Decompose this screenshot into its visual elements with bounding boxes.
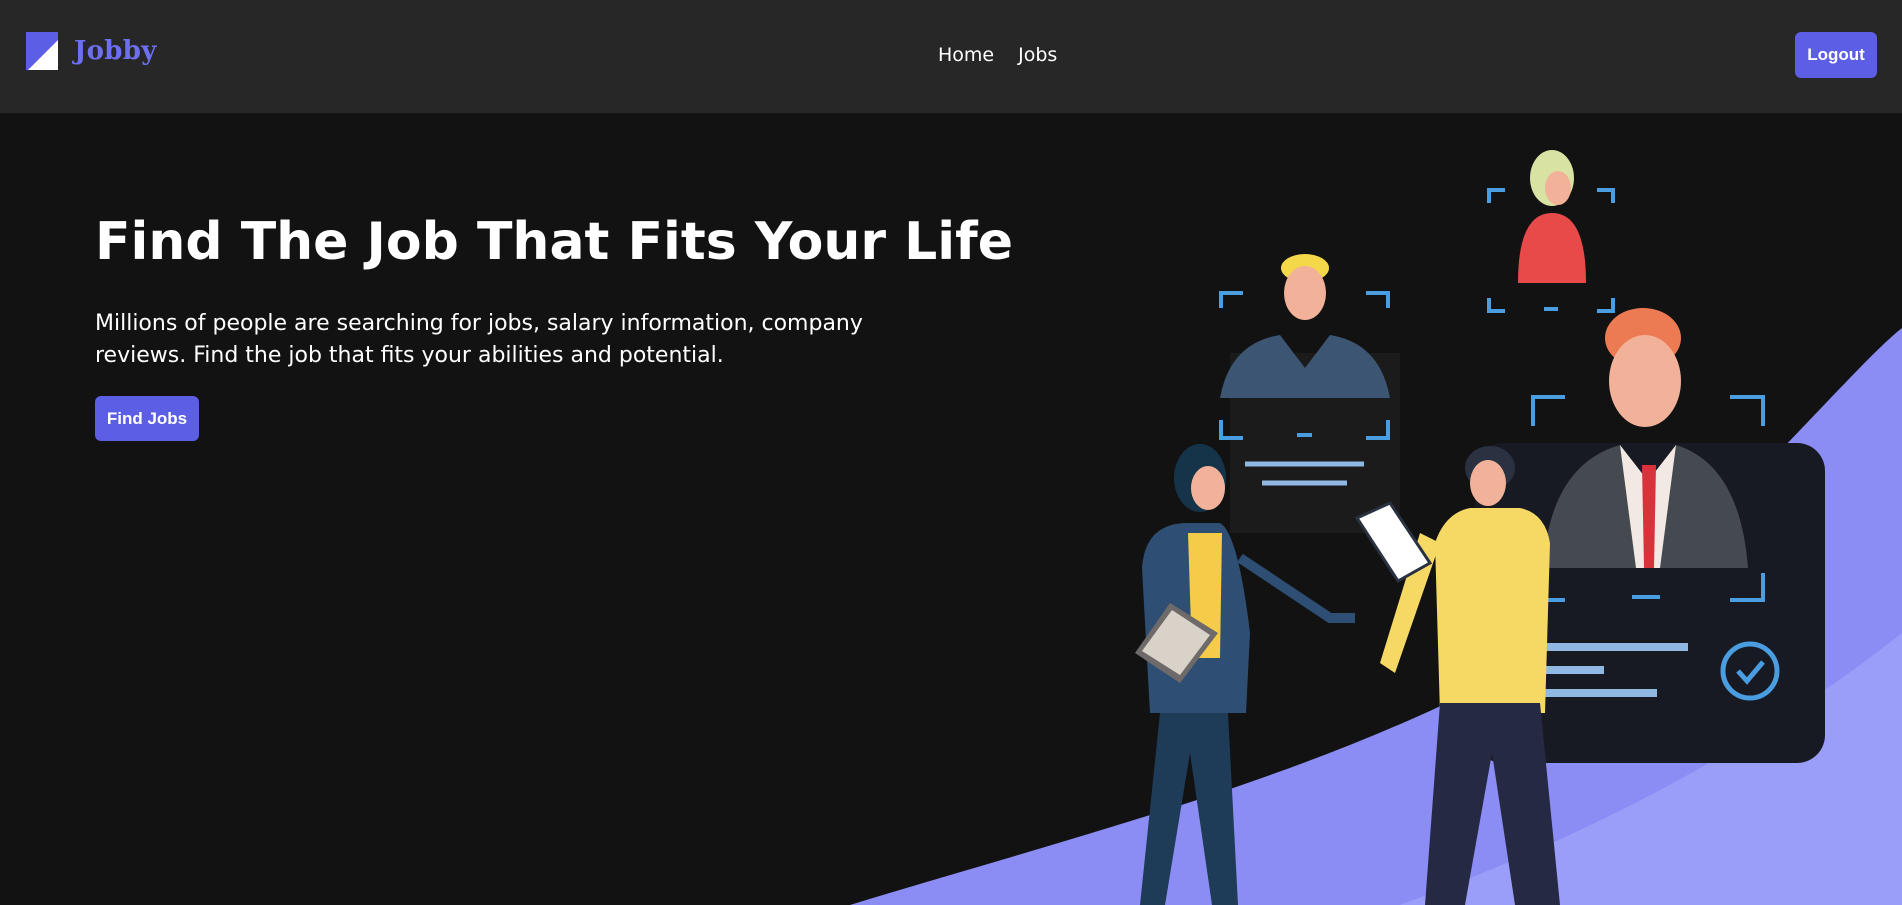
avatar-man-blonde <box>1220 254 1390 398</box>
logout-button[interactable]: Logout <box>1795 32 1877 78</box>
main-nav: Home Jobs <box>938 44 1057 66</box>
navbar: Jobby Home Jobs Logout <box>0 0 1902 113</box>
brand-name: Jobby <box>74 36 157 66</box>
nav-link-home[interactable]: Home <box>938 44 994 66</box>
avatar-man-tie <box>1543 308 1748 568</box>
nav-link-jobs[interactable]: Jobs <box>1018 44 1057 66</box>
avatar-woman <box>1518 150 1586 283</box>
brand-logo-icon <box>26 32 58 70</box>
brand-logo-link[interactable]: Jobby <box>26 32 157 70</box>
hiring-team-illustration <box>850 150 1902 905</box>
